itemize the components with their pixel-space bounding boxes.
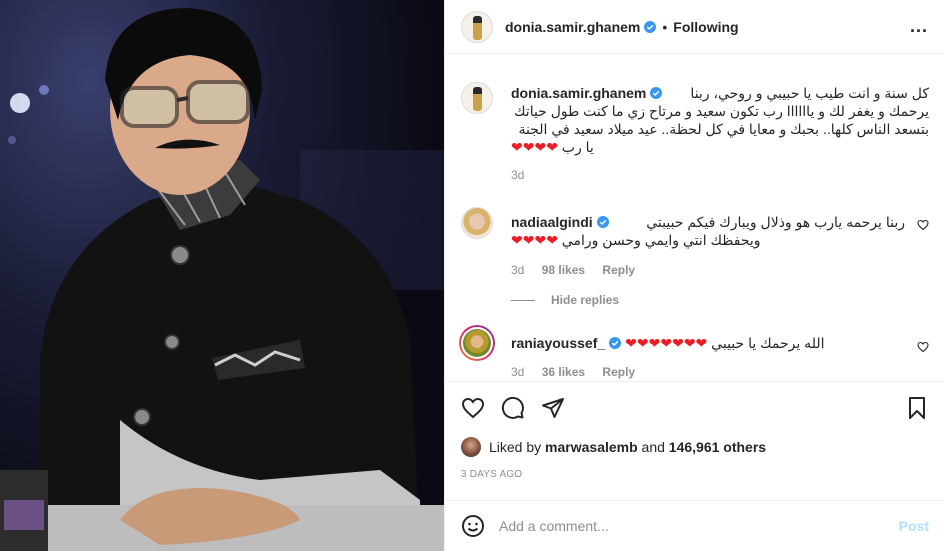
hide-replies-line	[511, 299, 535, 301]
caption-line-2: يرحمك و يغفر لك و ياااااا رب تكون سعيد و…	[514, 103, 929, 119]
verified-badge-icon	[650, 87, 663, 99]
post-photo[interactable]	[0, 0, 444, 551]
liker-username[interactable]: marwasalemb	[545, 439, 638, 455]
verified-badge-icon	[596, 216, 609, 228]
separator-dot: •	[662, 18, 668, 35]
reply-button[interactable]: Reply	[602, 263, 635, 277]
comment-likes[interactable]: 98 likes	[542, 263, 585, 277]
verified-badge-icon	[609, 337, 622, 349]
caption-time[interactable]: 3d	[511, 168, 524, 182]
comment-time[interactable]: 3d	[511, 365, 524, 379]
likes-count[interactable]: 146,961 others	[669, 439, 766, 455]
post-header: donia.samir.ghanem • Following ...	[445, 0, 944, 54]
heart-icon[interactable]	[461, 396, 485, 420]
caption-username[interactable]: donia.samir.ghanem	[511, 85, 646, 101]
author-avatar[interactable]	[461, 10, 493, 43]
caption-line-4: يا رب ❤❤❤❤	[511, 138, 651, 156]
following-button[interactable]: Following	[673, 19, 738, 35]
author-username[interactable]: donia.samir.ghanem	[505, 19, 640, 35]
more-options-icon[interactable]: ...	[910, 16, 928, 37]
comment-time[interactable]: 3d	[511, 263, 524, 277]
likes-summary: Liked by marwasalemb and 146,961 others	[461, 437, 766, 457]
comment-text-line-1: ربنا يرحمه يارب هو وذلال ويبارك فيكم حبي…	[646, 214, 905, 230]
post-timestamp[interactable]: 3 DAYS AGO	[461, 469, 522, 480]
comment-username[interactable]: raniayoussef_	[511, 335, 605, 351]
comment-avatar	[463, 329, 491, 357]
comment-avatar[interactable]	[461, 207, 493, 239]
comment-like-heart-icon[interactable]	[917, 219, 929, 231]
photo-illustration	[0, 8, 444, 551]
caption-avatar[interactable]	[461, 82, 493, 114]
caption-line-1: كل سنة و انت طيب يا حبيبي و روحي، ربنا	[690, 85, 929, 101]
share-icon[interactable]	[541, 396, 565, 420]
comment-likes[interactable]: 36 likes	[542, 365, 585, 379]
add-comment-bar: Add a comment... Post	[445, 500, 944, 551]
hide-replies-button[interactable]: Hide replies	[511, 293, 619, 307]
caption-line-4-text: يا رب ❤❤❤❤	[511, 139, 594, 155]
bookmark-icon[interactable]	[905, 396, 929, 420]
comment-text-line-2: ويحفظك انتي وايمي وحسن ورامي ❤❤❤❤	[511, 231, 791, 249]
verified-badge-icon	[644, 20, 657, 33]
liked-by-and: and	[641, 439, 665, 455]
comment-username[interactable]: nadiaalgindi	[511, 214, 593, 230]
comment-icon[interactable]	[501, 396, 525, 420]
reply-button[interactable]: Reply	[602, 365, 635, 379]
post-comment-button[interactable]: Post	[899, 518, 929, 534]
comment-avatar-story-ring[interactable]	[459, 325, 495, 361]
action-bar	[445, 381, 944, 435]
liker-avatar[interactable]	[461, 437, 481, 457]
emoji-icon[interactable]	[461, 514, 485, 538]
comment-meta: 3d 36 likes Reply	[511, 365, 905, 379]
comment-text-line-2-text: ويحفظك انتي وايمي وحسن ورامي ❤❤❤❤	[511, 232, 761, 248]
caption-meta: 3d	[511, 168, 929, 182]
comment-text: الله يرحمك يا حبيبي ❤❤❤❤❤❤❤	[621, 334, 905, 352]
comment-text-value: الله يرحمك يا حبيبي ❤❤❤❤❤❤❤	[625, 335, 825, 351]
comment-meta: 3d 98 likes Reply	[511, 263, 905, 277]
post-side-panel: donia.samir.ghanem • Following ... donia…	[444, 0, 944, 551]
comments-list: donia.samir.ghanem كل سنة و انت طيب يا ح…	[445, 55, 944, 380]
instagram-post-modal: donia.samir.ghanem • Following ... donia…	[0, 0, 944, 551]
comment-like-heart-icon[interactable]	[917, 341, 929, 353]
caption-line-3: بتسعد الناس كلها.. بحبك و معايا في كل لح…	[518, 121, 930, 137]
liked-by-prefix: Liked by	[489, 439, 542, 455]
hide-replies-label[interactable]: Hide replies	[551, 293, 619, 307]
add-comment-input[interactable]: Add a comment...	[499, 518, 899, 534]
